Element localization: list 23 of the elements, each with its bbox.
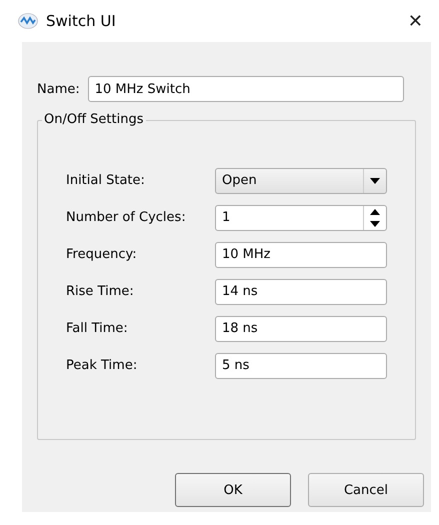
state-dropdown[interactable]: Open (215, 168, 387, 194)
cancel-button[interactable]: Cancel (308, 473, 424, 507)
name-field[interactable]: 10 MHz Switch (88, 76, 404, 102)
input-field[interactable]: 18 ns (215, 316, 387, 342)
field-label: Peak Time: (66, 358, 138, 373)
input-field[interactable]: 10 MHz (215, 242, 387, 268)
ok-button[interactable]: OK (175, 473, 291, 507)
group-title: On/Off Settings (42, 112, 146, 127)
close-icon[interactable]: ✕ (408, 10, 423, 32)
caret-icon (370, 178, 380, 184)
up-arrow-icon (370, 208, 380, 214)
field-label: Number of Cycles: (66, 210, 187, 225)
field-label: Fall Time: (66, 321, 129, 336)
input-field[interactable]: 14 ns (215, 278, 387, 304)
cycles-spinbox[interactable]: 1 (222, 210, 230, 225)
name-label: Name: (37, 82, 80, 96)
field-label: Rise Time: (66, 284, 135, 299)
app-icon (18, 13, 38, 29)
input-field[interactable]: 5 ns (215, 352, 387, 378)
window-title: Switch UI (46, 12, 117, 30)
field-label: Frequency: (66, 247, 138, 262)
down-arrow-icon (370, 220, 380, 226)
field-label: Initial State: (66, 173, 146, 188)
